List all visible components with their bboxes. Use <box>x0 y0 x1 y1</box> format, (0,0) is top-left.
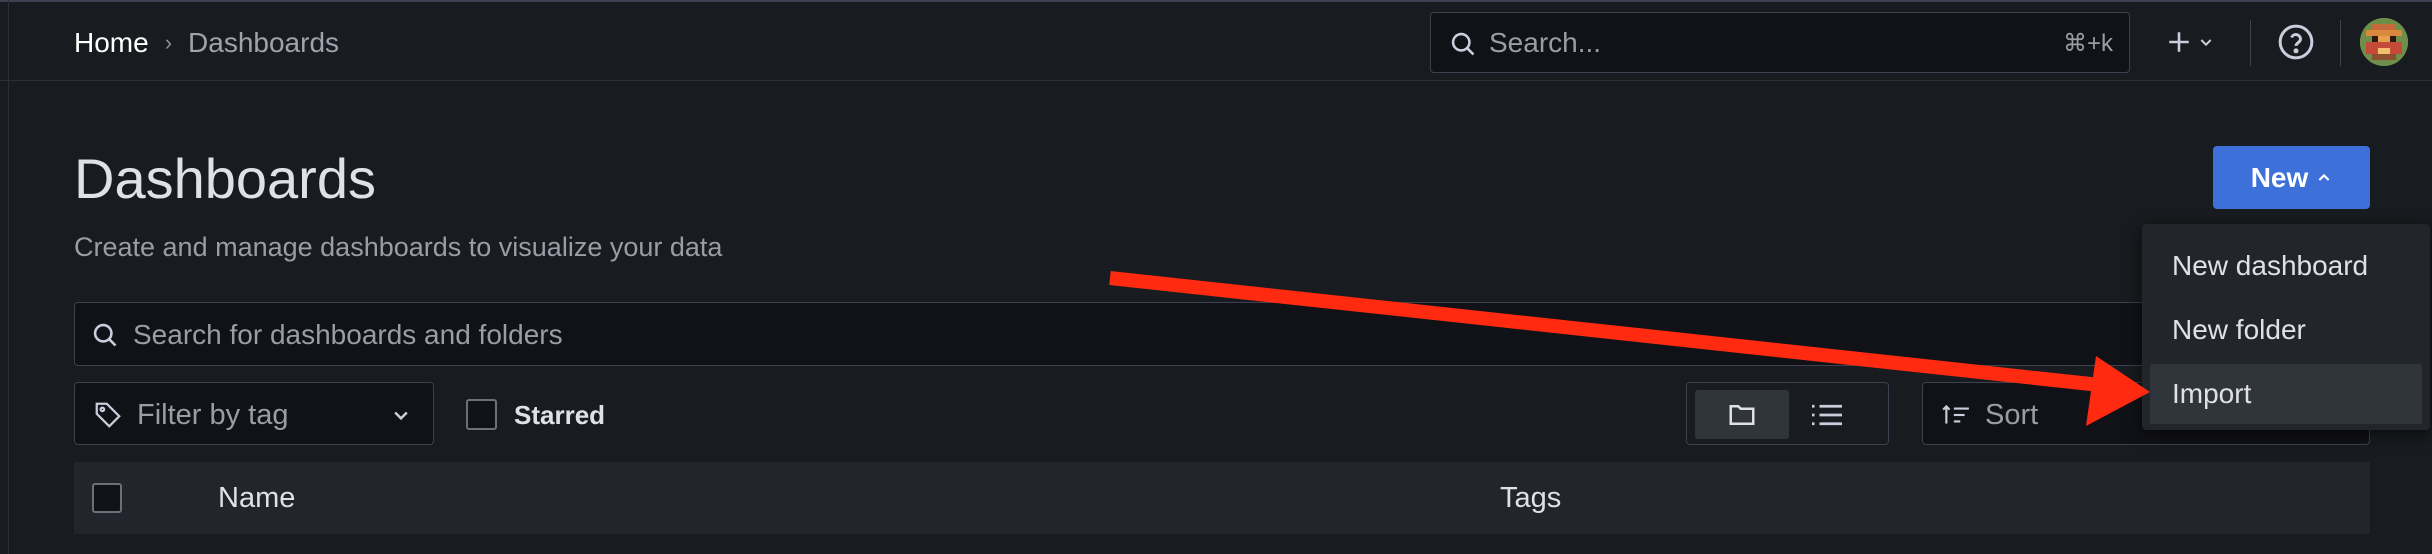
user-avatar[interactable] <box>2360 18 2408 66</box>
table-header: Name Tags <box>74 462 2370 534</box>
page-title: Dashboards <box>74 147 376 210</box>
column-header-name[interactable]: Name <box>218 482 295 515</box>
folder-view-button[interactable] <box>1695 390 1789 439</box>
breadcrumb-current: Dashboards <box>188 27 340 58</box>
global-search-input[interactable]: Search... ⌘+k <box>1430 12 2130 73</box>
top-navbar: Home › Dashboards Search... ⌘+k <box>0 0 2432 81</box>
menu-item-new-dashboard[interactable]: New dashboard <box>2150 236 2422 296</box>
breadcrumb-separator: › <box>164 30 173 55</box>
page-subtitle: Create and manage dashboards to visualiz… <box>74 232 723 262</box>
menu-item-import[interactable]: Import <box>2150 364 2422 424</box>
chevron-down-icon <box>394 411 408 421</box>
chevron-up-icon <box>2318 173 2330 181</box>
tag-filter-placeholder: Filter by tag <box>137 399 289 431</box>
menu-item-new-folder[interactable]: New folder <box>2150 300 2422 360</box>
view-mode-toggle <box>1686 382 1889 445</box>
chevron-down-icon <box>2200 39 2212 47</box>
list-view-icon[interactable] <box>1807 400 1847 430</box>
sort-icon <box>1942 404 1969 424</box>
dashboard-search-input[interactable]: Search for dashboards and folders <box>74 302 2206 366</box>
topbar-divider <box>2250 20 2251 66</box>
column-header-tags: Tags <box>1500 482 1562 514</box>
avatar-image <box>2360 18 2408 66</box>
topbar-divider <box>2340 20 2341 66</box>
help-circle-icon[interactable] <box>2276 22 2316 62</box>
add-new-menu-button[interactable] <box>2158 20 2222 64</box>
sidebar-edge <box>8 0 9 554</box>
sort-placeholder: Sort <box>1985 399 2039 431</box>
search-icon <box>1451 32 1475 56</box>
search-shortcut-hint: ⌘+k <box>2062 30 2113 57</box>
search-icon <box>93 323 117 347</box>
app-window: Home › Dashboards Search... ⌘+k Dashboar… <box>0 0 2432 554</box>
plus-icon <box>2169 32 2189 52</box>
new-dropdown-menu: New dashboard New folder Import <box>2142 224 2430 430</box>
breadcrumb: Home › Dashboards <box>74 24 339 62</box>
starred-label[interactable]: Starred <box>514 400 605 431</box>
tag-filter-select[interactable]: Filter by tag <box>74 382 434 445</box>
new-button[interactable]: New <box>2213 146 2370 209</box>
folder-view-icon <box>1729 405 1755 425</box>
select-all-checkbox[interactable] <box>92 483 122 513</box>
starred-checkbox[interactable] <box>466 399 497 430</box>
breadcrumb-home[interactable]: Home <box>74 27 149 59</box>
global-search-placeholder: Search... <box>1489 27 1602 58</box>
tag-icon <box>95 402 121 428</box>
new-button-label: New <box>2250 161 2309 193</box>
dashboard-search-placeholder: Search for dashboards and folders <box>133 319 563 350</box>
